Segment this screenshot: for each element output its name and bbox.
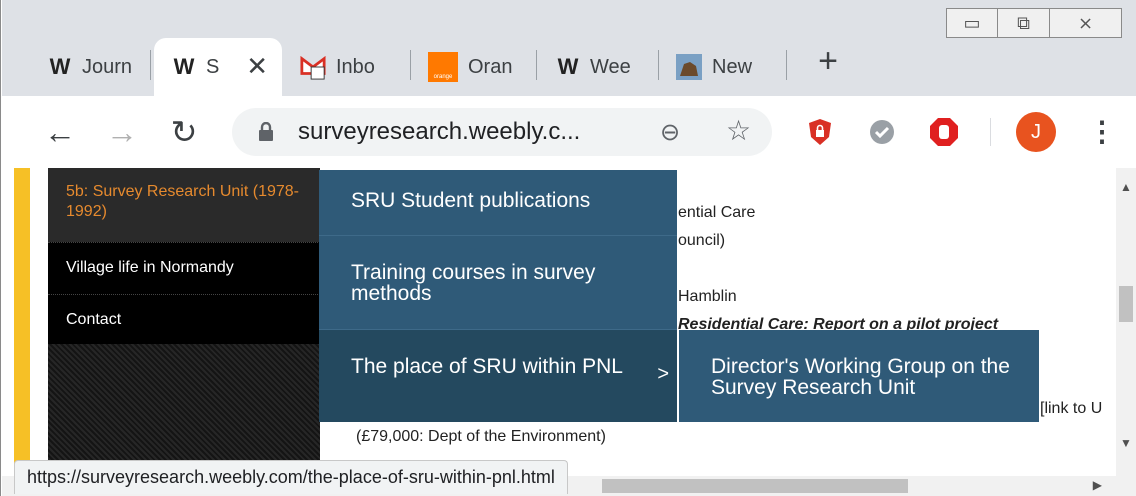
address-bar[interactable]: surveyresearch.weebly.c... ⊖ ☆ xyxy=(232,108,772,156)
tab-separator xyxy=(150,50,151,80)
close-tab-icon[interactable]: ✕ xyxy=(246,52,268,80)
content-text: ential Care xyxy=(678,204,756,221)
tab-separator xyxy=(410,50,411,80)
url-text[interactable]: surveyresearch.weebly.c... xyxy=(298,118,580,146)
tab-journ[interactable]: W Journ xyxy=(30,38,148,96)
window-controls: ▭ ⧉ ⨯ xyxy=(946,8,1122,38)
nav-dropdown-menu: SRU Student publications Training course… xyxy=(319,170,677,422)
content-link[interactable]: [link to U xyxy=(1040,400,1102,418)
tab-orange[interactable]: orange Oran xyxy=(412,38,534,96)
new-tab-button[interactable]: + xyxy=(810,44,846,80)
scroll-down-icon[interactable]: ▼ xyxy=(1120,436,1132,450)
more-menu-icon[interactable]: ⋮ xyxy=(1088,112,1116,152)
tab-new[interactable]: New xyxy=(660,38,784,96)
nav-item-village-life[interactable]: Village life in Normandy xyxy=(48,242,320,294)
lock-icon xyxy=(258,121,274,147)
shield-extension-icon[interactable] xyxy=(804,116,836,148)
tab-strip: W Journ W S ✕ Inbo orange Oran W Wee New… xyxy=(2,0,1136,96)
bookmark-star-icon[interactable]: ☆ xyxy=(726,114,751,147)
dropdown-item-place-of-sru[interactable]: The place of SRU within PNL > xyxy=(319,330,677,422)
scroll-up-icon[interactable]: ▲ xyxy=(1120,180,1132,194)
gmail-icon xyxy=(300,54,326,80)
content-text: (£79,000: Dept of the Environment) xyxy=(356,428,606,445)
browser-window: W Journ W S ✕ Inbo orange Oran W Wee New… xyxy=(0,0,1136,496)
tab-separator xyxy=(658,50,659,80)
dropdown-item-student-publications[interactable]: SRU Student publications xyxy=(319,170,677,236)
site-sidebar-nav: 5b: Survey Research Unit (1978-1992) Vil… xyxy=(48,168,320,468)
content-text: Hamblin xyxy=(678,288,737,305)
nav-item-survey-research-unit[interactable]: 5b: Survey Research Unit (1978-1992) xyxy=(48,168,320,242)
nav-item-contact[interactable]: Contact xyxy=(48,294,320,344)
minimize-icon[interactable]: ▭ xyxy=(946,8,998,38)
tab-weebly[interactable]: W Wee xyxy=(538,38,656,96)
scroll-right-icon[interactable]: ▶ xyxy=(1093,478,1102,492)
submenu-arrow-icon: > xyxy=(657,363,669,385)
content-text: ouncil) xyxy=(678,232,726,249)
vertical-scrollbar[interactable]: ▲ ▼ xyxy=(1116,168,1136,476)
dropdown-item-label: The place of SRU within PNL xyxy=(351,355,623,378)
left-accent-bar xyxy=(14,168,30,468)
tab-inbox[interactable]: Inbo xyxy=(284,38,406,96)
scroll-thumb[interactable] xyxy=(1119,286,1133,322)
forward-icon[interactable]: → xyxy=(102,112,142,152)
tab-active[interactable]: W S ✕ xyxy=(154,38,282,96)
dog-icon xyxy=(676,54,702,80)
submenu-item-directors-working-group[interactable]: Director's Working Group on the Survey R… xyxy=(679,330,1039,422)
reload-icon[interactable]: ↻ xyxy=(164,112,204,152)
tab-separator xyxy=(786,50,787,80)
toolbar-separator xyxy=(990,118,991,146)
zoom-out-icon[interactable]: ⊖ xyxy=(660,118,680,147)
weebly-icon: W xyxy=(49,54,71,79)
scroll-thumb[interactable] xyxy=(602,479,908,493)
web-page: 5b: Survey Research Unit (1978-1992) Vil… xyxy=(2,168,1136,496)
weebly-icon: W xyxy=(173,54,195,79)
adblock-extension-icon[interactable] xyxy=(928,116,960,148)
orange-icon: orange xyxy=(428,52,458,82)
restore-icon[interactable]: ⧉ xyxy=(998,8,1050,38)
profile-avatar[interactable]: J xyxy=(1016,112,1056,152)
dropdown-item-training-courses[interactable]: Training courses in survey methods xyxy=(319,236,677,330)
back-icon[interactable]: ← xyxy=(40,112,80,152)
weebly-icon: W xyxy=(557,54,579,79)
window-close-icon[interactable]: ⨯ xyxy=(1050,8,1122,38)
checkmark-extension-icon[interactable] xyxy=(866,116,898,148)
link-status-bubble: https://surveyresearch.weebly.com/the-pl… xyxy=(14,460,568,494)
browser-toolbar: ← → ↻ surveyresearch.weebly.c... ⊖ ☆ J ⋮ xyxy=(2,96,1136,168)
tab-separator xyxy=(536,50,537,80)
